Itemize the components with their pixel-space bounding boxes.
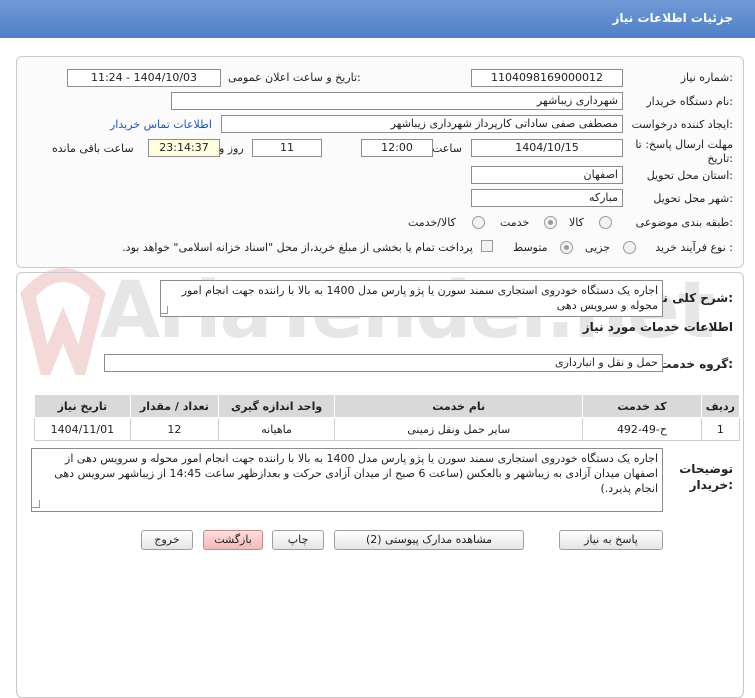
col-name-header: نام خدمت xyxy=(334,394,584,418)
category-goods-service-label: کالا/خدمت xyxy=(408,216,456,229)
deadline-date-field[interactable]: 1404/10/15 xyxy=(471,139,623,157)
remaining-days-field[interactable]: 11 xyxy=(252,139,322,157)
print-button[interactable]: چاپ xyxy=(272,530,324,550)
category-goods-service-radio[interactable] xyxy=(472,216,485,229)
resize-handle-icon[interactable] xyxy=(160,306,168,314)
page-title: جزئیات اطلاعات نیاز xyxy=(612,11,733,25)
category-service-radio[interactable] xyxy=(544,216,557,229)
treasury-payment-text: پرداخت تمام یا بخشی از مبلغ خرید،از محل … xyxy=(122,241,473,254)
city-label: شهر محل تحویل: xyxy=(653,192,733,205)
category-goods-label: کالا xyxy=(569,216,584,229)
service-group-label: گروه خدمت: xyxy=(659,357,733,371)
creator-field[interactable]: مصطفی صفی ساداتی کارپرداز شهرداری زیباشه… xyxy=(221,115,623,133)
announce-datetime-label: تاریخ و ساعت اعلان عمومی: xyxy=(228,71,361,84)
days-label: روز و xyxy=(219,142,244,155)
category-goods-radio[interactable] xyxy=(599,216,612,229)
remaining-time-field[interactable]: 23:14:37 xyxy=(148,139,220,157)
summary-textarea[interactable]: اجاره یک دستگاه خودروی استجاری سمند سورن… xyxy=(160,280,663,317)
treasury-payment-checkbox[interactable] xyxy=(481,240,493,252)
buyer-notes-textarea[interactable]: اجاره یک دستگاه خودروی استجاری سمند سورن… xyxy=(31,448,663,512)
need-number-label: شماره نیاز: xyxy=(680,71,733,84)
category-label: طبقه بندی موضوعی: xyxy=(635,216,733,229)
process-medium-label: متوسط xyxy=(513,241,548,254)
deadline-label: مهلت ارسال پاسخ: تا xyxy=(635,138,733,151)
col-unit-header: واحد اندازه گیری xyxy=(217,394,336,418)
col-qty-header: تعداد / مقدار xyxy=(129,394,219,418)
services-table: ردیف کد خدمت نام خدمت واحد اندازه گیری ت… xyxy=(34,394,741,441)
remaining-time-label: ساعت باقی مانده xyxy=(52,142,134,155)
process-minor-label: جزیی xyxy=(585,241,611,254)
process-type-label: نوع فرآیند خرید : xyxy=(655,241,733,254)
window-header: جزئیات اطلاعات نیاز xyxy=(0,0,755,38)
exit-button[interactable]: خروج xyxy=(141,530,193,550)
process-medium-radio[interactable] xyxy=(560,241,573,254)
announce-datetime-field[interactable]: 1404/10/03 - 11:24 xyxy=(67,69,221,87)
cell-code: ح-49-492 xyxy=(582,417,702,441)
respond-button[interactable]: پاسخ به نیاز xyxy=(559,530,663,550)
process-minor-radio[interactable] xyxy=(623,241,636,254)
province-field[interactable]: اصفهان xyxy=(471,166,623,184)
creator-label: ایجاد کننده درخواست: xyxy=(631,118,733,131)
cell-unit: ماهیانه xyxy=(217,417,336,441)
col-code-header: کد خدمت xyxy=(582,394,702,418)
back-button[interactable]: بازگشت xyxy=(203,530,263,550)
deadline-time-label: ساعت xyxy=(432,142,462,155)
deadline-time-field[interactable]: 12:00 xyxy=(361,139,433,157)
need-number-field[interactable]: 1104098169000012 xyxy=(471,69,623,87)
buyer-org-label: نام دستگاه خریدار: xyxy=(646,95,733,108)
col-row-header: ردیف xyxy=(700,394,741,418)
services-section-title: اطلاعات خدمات مورد نیاز xyxy=(582,320,733,334)
need-details-panel xyxy=(16,56,744,268)
deadline-date-label: تاریخ: xyxy=(707,152,733,165)
service-group-field[interactable]: حمل و نقل و انبارداری xyxy=(104,354,663,372)
buyer-contact-link[interactable]: اطلاعات تماس خریدار xyxy=(110,118,212,131)
table-header-row: ردیف کد خدمت نام خدمت واحد اندازه گیری ت… xyxy=(34,394,741,418)
buyer-notes-label-2: خریدار: xyxy=(689,478,733,492)
view-attachments-button[interactable]: مشاهده مدارک پیوستی (2) xyxy=(334,530,524,550)
province-label: استان محل تحویل: xyxy=(646,169,733,182)
city-field[interactable]: مبارکه xyxy=(471,189,623,207)
col-date-header: تاریخ نیاز xyxy=(34,394,131,418)
category-service-label: خدمت xyxy=(500,216,530,229)
cell-qty: 12 xyxy=(129,417,219,441)
cell-name: سایر حمل ونقل زمینی xyxy=(334,417,584,441)
resize-handle-icon[interactable] xyxy=(32,500,40,508)
table-row[interactable]: 1 ح-49-492 سایر حمل ونقل زمینی ماهیانه 1… xyxy=(34,417,741,441)
buyer-org-field[interactable]: شهرداری زیباشهر xyxy=(171,92,623,110)
cell-row: 1 xyxy=(700,417,741,441)
cell-date: 1404/11/01 xyxy=(34,417,131,441)
buyer-notes-label: توضیحات xyxy=(679,462,733,476)
